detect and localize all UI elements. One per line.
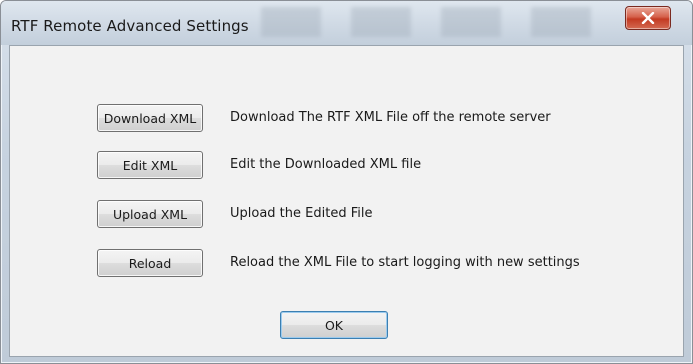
edit-xml-button[interactable]: Edit XML bbox=[97, 151, 203, 179]
close-icon bbox=[641, 12, 655, 24]
background-window-ghost bbox=[261, 7, 601, 37]
reload-description: Reload the XML File to start logging wit… bbox=[230, 255, 580, 270]
edit-xml-description: Edit the Downloaded XML file bbox=[230, 157, 422, 172]
title-bar[interactable]: RTF Remote Advanced Settings bbox=[1, 1, 692, 45]
dialog-window: RTF Remote Advanced Settings Download XM… bbox=[0, 0, 693, 364]
upload-xml-button[interactable]: Upload XML bbox=[97, 200, 203, 228]
reload-button[interactable]: Reload bbox=[97, 249, 203, 277]
ok-button[interactable]: OK bbox=[280, 311, 388, 339]
window-title: RTF Remote Advanced Settings bbox=[11, 17, 249, 35]
action-row-upload: Upload XML Upload the Edited File bbox=[10, 200, 683, 230]
dialog-content: Download XML Download The RTF XML File o… bbox=[9, 45, 684, 357]
action-row-edit: Edit XML Edit the Downloaded XML file bbox=[10, 151, 683, 181]
action-row-reload: Reload Reload the XML File to start logg… bbox=[10, 249, 683, 279]
action-row-download: Download XML Download The RTF XML File o… bbox=[10, 104, 683, 134]
download-xml-description: Download The RTF XML File off the remote… bbox=[230, 110, 551, 125]
download-xml-button[interactable]: Download XML bbox=[97, 104, 203, 132]
close-button[interactable] bbox=[625, 6, 671, 30]
upload-xml-description: Upload the Edited File bbox=[230, 206, 373, 221]
